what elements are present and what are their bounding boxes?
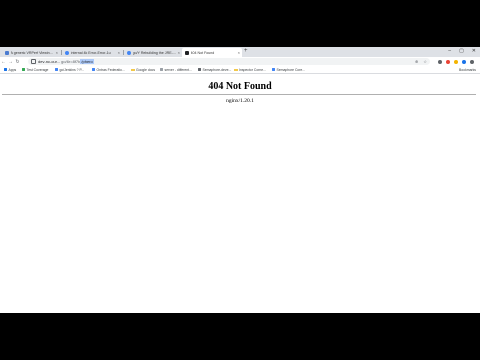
bookmark-label: Ontras Federatio... [96,67,125,72]
bookmark-favicon [160,68,163,72]
bookmark-favicon [55,68,58,72]
tab-favicon [185,50,189,55]
bookmarks-bar: Apps Test Coverage go/Jenkins ? P... Ont… [0,67,480,74]
tab-favicon [65,50,69,55]
apps-icon [4,68,7,72]
browser-window: A generic VRPerf Viewing S × Internal 4k… [0,47,480,313]
other-bookmarks-label: Bookmarks [459,67,476,72]
bookmark-label: go/Jenkins ? P... [59,67,85,72]
minimize-icon[interactable]: – [448,48,451,54]
extension-icon[interactable] [462,60,466,64]
tab-title: Internal 4k Error-Error-1u [70,50,111,55]
page-content: 404 Not Found nginx/1.20.1 [0,74,480,313]
bookmark-favicon [92,68,95,72]
extension-icon[interactable] [438,60,442,64]
bookmark-item[interactable]: server - different... [160,68,192,72]
bookmark-label: Test Coverage [26,67,49,72]
bookmark-item[interactable]: Semaphore-deve... [198,68,231,72]
close-window-icon[interactable]: ✕ [472,48,476,54]
tab-title: go/Y Rebuilding the JRE-Sc [132,50,177,55]
folder-icon [234,68,238,72]
bookmark-item[interactable]: Test Coverage [22,68,48,72]
reload-icon[interactable]: ↻ [14,59,21,65]
extension-icon[interactable] [454,60,458,64]
star-icon[interactable]: ☆ [423,59,427,64]
profile-avatar[interactable] [470,60,474,64]
tab-favicon [127,50,131,55]
window-controls: – ▢ ✕ [448,48,476,54]
maximize-icon[interactable]: ▢ [459,48,464,54]
bookmark-label: Google docs [136,67,156,72]
bookmark-label: Semaphore-deve... [202,67,232,72]
bookmark-favicon [22,68,25,72]
bookmark-label: Apps [8,67,17,72]
divider [2,94,476,95]
tab-title: A generic VRPerf Viewing S [10,50,55,55]
tab-0[interactable]: A generic VRPerf Viewing S × [2,48,60,57]
bookmark-folder[interactable]: Google docs [131,68,155,72]
zoom-icon[interactable]: ⊕ [415,59,418,64]
tab-title: 404 Not Found [190,50,215,55]
close-icon[interactable]: × [118,50,120,55]
forward-icon[interactable]: → [7,59,14,65]
tab-favicon [5,50,9,55]
url-host: dev-nc-cur... [38,59,61,64]
bookmark-item[interactable]: Semaphore Core... [272,68,305,72]
server-signature: nginx/1.20.1 [226,98,254,104]
other-bookmarks[interactable]: Bookmarks [459,68,476,72]
lock-icon[interactable] [31,59,36,64]
close-icon[interactable]: × [56,50,58,55]
new-tab-button[interactable]: + [244,48,248,54]
close-icon[interactable]: × [238,50,240,55]
page-heading: 404 Not Found [208,81,272,92]
bookmark-favicon [272,68,275,72]
bookmark-item[interactable]: go/Jenkins ? P... [55,68,84,72]
tab-strip: A generic VRPerf Viewing S × Internal 4k… [0,47,480,57]
extension-icon[interactable] [446,60,450,64]
close-icon[interactable]: × [178,50,180,55]
url-path: go/6r=8f7b [61,59,81,64]
bookmark-item[interactable]: Ontras Federatio... [92,68,125,72]
tab-1[interactable]: Internal 4k Error-Error-1u × [62,48,122,57]
address-bar[interactable]: dev-nc-cur... go/6r=8f7b /phero ⊕ ☆ [28,58,430,65]
tab-2[interactable]: go/Y Rebuilding the JRE-Sc × [124,48,182,57]
bookmark-label: Semaphore Core... [276,67,306,72]
url-selection: /phero [80,59,94,64]
bookmark-label: server - different... [164,67,192,72]
bookmark-folder[interactable]: Inspector Corne... [234,68,266,72]
folder-icon [131,68,135,72]
tab-3-active[interactable]: 404 Not Found × [182,48,242,57]
bookmark-favicon [198,68,201,72]
bookmark-apps[interactable]: Apps [4,68,16,72]
extensions-area [438,58,474,66]
back-icon[interactable]: ← [0,59,7,65]
bookmark-label: Inspector Corne... [239,67,266,72]
